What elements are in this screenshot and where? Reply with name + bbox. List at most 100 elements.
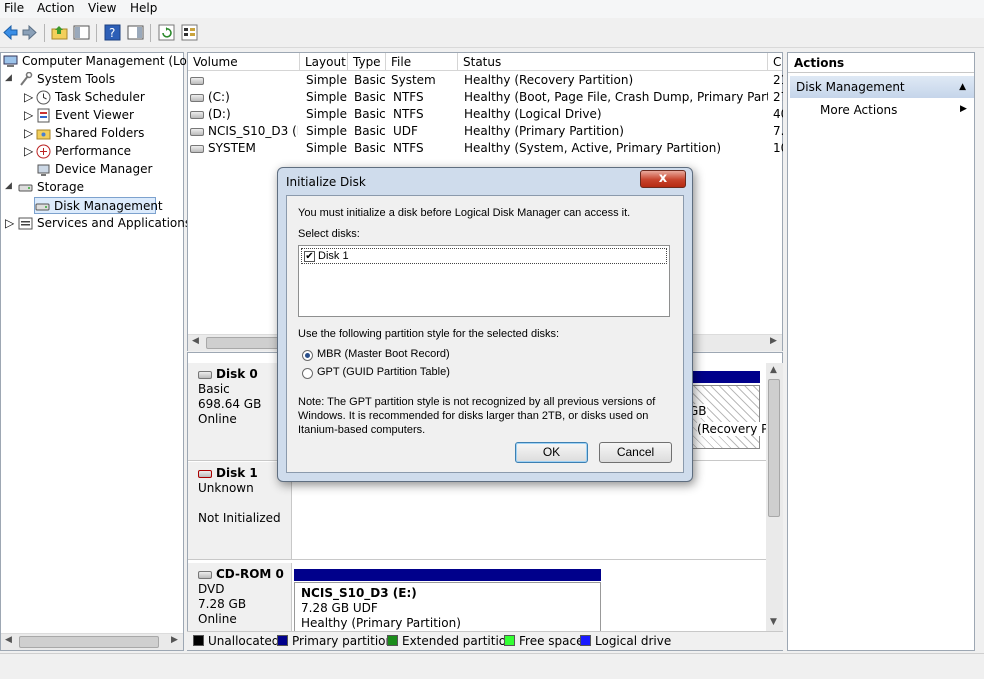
scroll-right-icon[interactable]: ▶ bbox=[171, 635, 178, 645]
drive-icon bbox=[190, 93, 204, 102]
cdrom-row[interactable]: CD-ROM 0 DVD 7.28 GB Online NCIS_S10_D3 … bbox=[188, 563, 782, 634]
actions-section-disk-management[interactable]: Disk Management ▲ bbox=[790, 76, 974, 98]
menu-view[interactable]: View bbox=[88, 1, 116, 15]
scroll-thumb[interactable] bbox=[768, 379, 780, 517]
tree-item-task-scheduler[interactable]: Task Scheduler bbox=[36, 89, 176, 106]
drive-icon bbox=[190, 144, 204, 153]
dialog-body: You must initialize a disk before Logica… bbox=[286, 195, 684, 473]
expand-arrow-icon[interactable]: ▷ bbox=[5, 216, 14, 230]
legend-swatch bbox=[580, 635, 591, 646]
table-row[interactable]: Simple Basic Healthy (Recovery Partition… bbox=[188, 72, 783, 89]
dialog-title: Initialize Disk bbox=[286, 175, 366, 189]
close-icon: x bbox=[658, 171, 668, 186]
table-row[interactable]: NCIS_S10_D3 (E:) Simple Basic UDF Health… bbox=[188, 123, 783, 140]
tree-item-storage[interactable]: Storage bbox=[18, 179, 178, 196]
initialize-disk-dialog: Initialize Disk x You must initialize a … bbox=[277, 167, 693, 482]
scroll-thumb[interactable] bbox=[19, 636, 159, 648]
tools-icon bbox=[18, 71, 33, 87]
disk-1-checkbox[interactable]: ✔ bbox=[304, 251, 315, 262]
device-manager-icon bbox=[36, 162, 51, 177]
computer-icon bbox=[3, 54, 18, 69]
expand-arrow-icon[interactable]: ▷ bbox=[24, 144, 33, 158]
gpt-radio[interactable] bbox=[302, 368, 313, 379]
disk-icon bbox=[198, 370, 212, 379]
column-header-volume[interactable]: Volume bbox=[188, 53, 300, 71]
menu-bar: File Action View Help bbox=[0, 0, 984, 18]
note-line-2: Windows. It is recommended for disks lar… bbox=[298, 410, 649, 422]
more-actions-item[interactable]: More Actions bbox=[820, 103, 897, 117]
legend: Unallocated Primary partition Extended p… bbox=[187, 631, 783, 650]
collapse-arrow-icon[interactable]: ◢ bbox=[5, 181, 12, 191]
disk-vertical-scrollbar[interactable]: ▲ ▼ bbox=[766, 363, 783, 631]
collapse-arrow-icon[interactable]: ◢ bbox=[5, 73, 12, 83]
status-bar bbox=[0, 653, 984, 679]
ok-button[interactable]: OK bbox=[515, 442, 588, 463]
forward-arrow-icon[interactable] bbox=[21, 24, 38, 41]
note-line-3: Itanium-based computers. bbox=[298, 424, 426, 436]
drive-icon bbox=[190, 110, 204, 119]
cdrom-partition-bar bbox=[294, 569, 601, 581]
disk-management-icon bbox=[35, 199, 50, 214]
tree-item-services-applications[interactable]: Services and Applications bbox=[18, 215, 191, 232]
shared-folder-icon bbox=[36, 126, 51, 141]
tree-item-device-manager[interactable]: Device Manager bbox=[36, 161, 176, 178]
dialog-close-button[interactable]: x bbox=[640, 170, 686, 188]
cancel-button[interactable]: Cancel bbox=[599, 442, 672, 463]
cdrom-icon bbox=[198, 570, 212, 579]
toolbar: ? bbox=[0, 18, 984, 48]
table-row[interactable]: (C:) Simple Basic NTFS Healthy (Boot, Pa… bbox=[188, 89, 783, 106]
cdrom-volume[interactable]: NCIS_S10_D3 (E:) 7.28 GB UDF Healthy (Pr… bbox=[294, 582, 601, 634]
recovery-partition[interactable]: GB (Recovery P bbox=[688, 385, 769, 449]
mbr-radio[interactable] bbox=[302, 350, 313, 361]
actions-pane: Actions Disk Management ▲ More Actions ▶ bbox=[787, 52, 975, 651]
menu-file[interactable]: File bbox=[4, 1, 24, 15]
scroll-left-icon[interactable]: ◀ bbox=[192, 336, 199, 346]
legend-logical: Logical drive bbox=[580, 634, 671, 648]
submenu-arrow-icon: ▶ bbox=[960, 104, 967, 114]
scroll-up-icon[interactable]: ▲ bbox=[770, 365, 777, 375]
tree-item-system-tools[interactable]: System Tools bbox=[18, 71, 178, 88]
show-hide-action-pane-icon[interactable] bbox=[127, 24, 144, 41]
expand-arrow-icon[interactable]: ▷ bbox=[24, 90, 33, 104]
tree-item-disk-management[interactable]: Disk Management bbox=[34, 197, 163, 214]
show-hide-tree-icon[interactable] bbox=[73, 24, 90, 41]
column-header-layout[interactable]: Layout bbox=[300, 53, 348, 71]
legend-swatch bbox=[277, 635, 288, 646]
table-row[interactable]: SYSTEM Simple Basic NTFS Healthy (System… bbox=[188, 140, 783, 157]
column-header-type[interactable]: Type bbox=[348, 53, 386, 71]
scroll-right-icon[interactable]: ▶ bbox=[770, 336, 777, 346]
actions-title: Actions bbox=[788, 53, 974, 73]
disk-list-item-label: Disk 1 bbox=[318, 250, 349, 262]
scroll-down-icon[interactable]: ▼ bbox=[770, 617, 777, 627]
scroll-left-icon[interactable]: ◀ bbox=[5, 635, 12, 645]
expand-arrow-icon[interactable]: ▷ bbox=[24, 126, 33, 140]
tree-item-shared-folders[interactable]: Shared Folders bbox=[36, 125, 176, 142]
tree-item-performance[interactable]: Performance bbox=[36, 143, 176, 160]
menu-help[interactable]: Help bbox=[130, 1, 157, 15]
up-folder-icon[interactable] bbox=[51, 24, 68, 41]
menu-action[interactable]: Action bbox=[37, 1, 75, 15]
storage-icon bbox=[18, 180, 33, 195]
column-header-capacity[interactable]: C bbox=[768, 53, 782, 71]
column-header-file-system[interactable]: File System bbox=[386, 53, 458, 87]
back-arrow-icon[interactable] bbox=[2, 24, 19, 41]
refresh-icon[interactable] bbox=[158, 24, 175, 41]
properties-icon[interactable] bbox=[181, 24, 198, 41]
disk-list-item[interactable]: ✔ Disk 1 bbox=[301, 248, 667, 264]
expand-arrow-icon[interactable]: ▷ bbox=[24, 108, 33, 122]
note-line-1: Note: The GPT partition style is not rec… bbox=[298, 396, 656, 408]
column-header-status[interactable]: Status bbox=[458, 53, 768, 71]
mbr-label: MBR (Master Boot Record) bbox=[317, 348, 450, 360]
tree-item-event-viewer[interactable]: Event Viewer bbox=[36, 107, 176, 124]
collapse-up-icon[interactable]: ▲ bbox=[959, 76, 966, 98]
svg-text:?: ? bbox=[109, 26, 115, 40]
disk-list[interactable]: ✔ Disk 1 bbox=[298, 245, 670, 317]
legend-unallocated: Unallocated bbox=[193, 634, 279, 648]
tree-item-computer-management[interactable]: Computer Management (Local bbox=[3, 53, 204, 70]
table-row[interactable]: (D:) Simple Basic NTFS Healthy (Logical … bbox=[188, 106, 783, 123]
drive-icon bbox=[190, 127, 204, 136]
scroll-thumb[interactable] bbox=[206, 337, 286, 349]
tree-horizontal-scrollbar[interactable]: ◀ ▶ bbox=[1, 633, 183, 650]
help-icon[interactable]: ? bbox=[104, 24, 121, 41]
legend-swatch bbox=[504, 635, 515, 646]
